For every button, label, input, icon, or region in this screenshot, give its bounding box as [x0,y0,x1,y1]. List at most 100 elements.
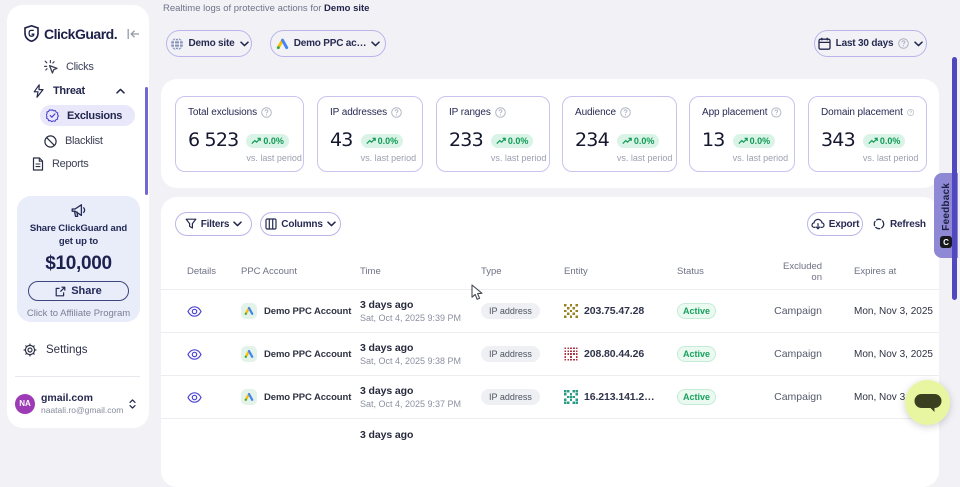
google-ads-icon [241,303,257,319]
sidebar-item-label: Exclusions [67,110,122,122]
sidebar-item-exclusions[interactable]: Exclusions [40,105,135,126]
sidebar-item-clicks[interactable]: Clicks [44,56,94,78]
cell-ppc-account: Demo PPC Account [241,346,360,362]
sidebar-item-threat[interactable]: Threat [32,80,125,102]
main-scrollbar[interactable] [952,57,957,300]
export-button[interactable]: Export [807,212,863,236]
refresh-icon [873,218,885,230]
filters-button-label: Filters [201,219,230,230]
globe-icon [170,37,184,51]
ppc-account-selector-label: Demo PPC ac… [294,38,367,49]
ppc-account-selector[interactable]: Demo PPC ac… [270,30,386,57]
sidebar-item-blacklist[interactable]: Blacklist [44,130,103,152]
help-circle-icon[interactable] [261,107,272,118]
help-circle-icon [898,38,909,49]
identicon [564,390,578,404]
google-ads-icon [276,38,289,50]
chevron-updown-icon [129,399,136,409]
view-details-button[interactable] [187,306,241,317]
trend-note: vs. last period [733,153,789,163]
affiliate-link[interactable]: Click to Affiliate Program [17,308,140,319]
time-relative: 3 days ago [360,429,481,441]
table-row[interactable]: Demo PPC Account 3 days ago Sat, Oct 4, … [161,332,939,375]
help-circle-icon[interactable] [495,107,506,118]
eye-icon [187,349,202,360]
affiliate-promo-card: Share ClickGuard and get up to $10,000 S… [17,196,140,322]
avatar: NA [15,394,35,414]
chat-button[interactable] [905,380,950,425]
cell-status: Active [677,346,769,362]
stats-panel: Total exclusions 6 523 0.0% vs. last per… [161,79,939,188]
account-switcher[interactable]: NA gmail.com naatali.ro@gmail.com [15,392,136,415]
cell-entity: 208.80.44.26 [564,347,677,361]
cell-status: Active [677,303,769,319]
time-relative: 3 days ago [360,385,481,397]
eye-icon [187,306,202,317]
table-row-partial[interactable]: 3 days ago [161,418,939,461]
trend-value: 0.0% [750,136,771,146]
stat-card-audience: Audience 234 0.0% vs. last period [562,96,677,172]
page-subtitle: Realtime logs of protective actions for … [163,3,369,14]
trend-badge: 0.0% [361,134,404,148]
sidebar-scrollbar[interactable] [145,87,148,195]
sidebar-item-settings[interactable]: Settings [23,343,88,357]
trend-value: 0.0% [880,136,901,146]
export-button-label: Export [829,219,859,230]
cell-status: Active [677,389,769,405]
trend-badge: 0.0% [863,134,906,148]
cell-ppc-account: Demo PPC Account [241,303,360,319]
entity-value: 208.80.44.26 [584,348,644,360]
table-header-row: Details PPC Account Time Type Entity Sta… [161,254,939,289]
stat-label: Total exclusions [188,107,257,118]
date-range-selector[interactable]: Last 30 days [814,30,927,57]
share-button[interactable]: Share [28,281,129,301]
trend-note: vs. last period [863,153,919,163]
cell-entity: 203.75.47.28 [564,304,677,318]
sidebar-collapse-button[interactable] [127,28,140,40]
stat-label: IP addresses [330,107,387,118]
columns-button[interactable]: Columns [260,212,341,236]
promo-amount: $10,000 [17,253,140,275]
cell-entity: 16.213.141.2… [564,390,677,404]
trend-badge: 0.0% [246,134,289,148]
col-excluded-on: Excluded on [769,261,822,283]
refresh-button[interactable]: Refresh [873,212,926,236]
sidebar: ClickGuard. Clicks Threat [7,5,149,428]
chevron-down-icon [240,41,249,47]
subtitle-site-name: Demo site [324,3,369,14]
cell-time: 3 days ago Sat, Oct 4, 2025 9:38 PM [360,342,481,366]
trending-up-icon [496,137,506,145]
trend-badge: 0.0% [491,134,534,148]
feedback-label: Feedback [941,183,952,231]
sidebar-item-reports[interactable]: Reports [32,153,88,175]
table-row[interactable]: Demo PPC Account 3 days ago Sat, Oct 4, … [161,289,939,332]
help-circle-icon[interactable] [391,107,402,118]
cell-details [187,419,241,429]
site-selector-label: Demo site [189,38,235,49]
filters-button[interactable]: Filters [175,212,252,236]
site-selector[interactable]: Demo site [166,30,252,57]
help-circle-icon[interactable] [620,107,631,118]
col-status: Status [677,266,769,277]
trend-note: vs. last period [617,153,673,163]
logs-panel: Filters Columns Export Refresh Details P… [161,197,939,487]
ban-icon [44,135,57,148]
trend-note: vs. last period [361,153,417,163]
sidebar-item-label: Reports [52,158,88,170]
stat-card-ip-ranges: IP ranges 233 0.0% vs. last period [436,96,550,172]
stat-value: 233 [449,129,483,152]
table-row[interactable]: Demo PPC Account 3 days ago Sat, Oct 4, … [161,375,939,418]
view-details-button[interactable] [187,349,241,360]
sidebar-item-label: Clicks [66,61,94,73]
cell-expires-at: Mon, Nov 3, 2025 [822,349,939,360]
sidebar-item-label: Blacklist [65,135,103,147]
trend-value: 0.0% [634,136,655,146]
entity-value: 16.213.141.2… [584,391,655,403]
help-circle-icon[interactable] [771,107,782,118]
external-link-icon [55,286,66,297]
col-time: Time [360,266,481,277]
help-circle-icon[interactable] [907,107,914,118]
type-badge: IP address [481,303,540,319]
view-details-button[interactable] [187,392,241,403]
filter-icon [185,218,197,230]
